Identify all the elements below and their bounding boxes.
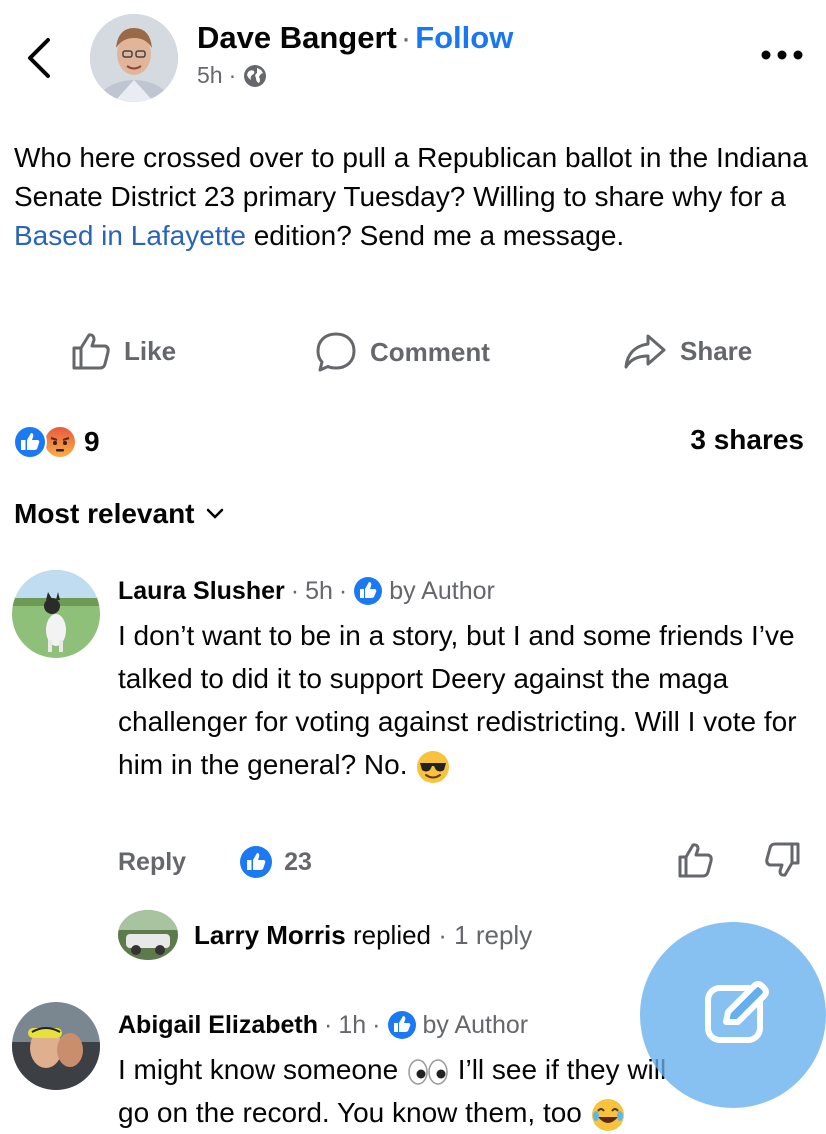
reply-name: Larry Morris <box>194 919 346 950</box>
comment-text-part: I might know someone <box>118 1054 399 1085</box>
post-text-start: Who here crossed over to pull a Republic… <box>14 142 808 212</box>
author-badge: by Author <box>389 576 495 605</box>
follow-button[interactable]: Follow <box>415 20 513 55</box>
shares-count[interactable]: 3 shares <box>690 424 804 456</box>
comment-text-part: I’ll see if they will <box>457 1054 667 1085</box>
comment-text-content: I don’t want to be in a story, but I and… <box>118 620 797 780</box>
meta-separator: · <box>228 62 237 88</box>
thumbs-up-icon <box>72 333 110 370</box>
upvote-icon[interactable] <box>676 840 716 880</box>
post-text: Who here crossed over to pull a Republic… <box>14 138 814 255</box>
comment-header: Laura Slusher · 5h · by Author <box>118 576 495 606</box>
separator: · <box>324 1010 333 1039</box>
reply-thread[interactable]: Larry Morris replied · 1 reply <box>118 910 532 960</box>
comment-header: Abigail Elizabeth · 1h · by Author <box>118 1010 528 1040</box>
reply-count: 1 reply <box>454 919 533 950</box>
post-text-end: edition? Send me a message. <box>245 220 625 251</box>
author-avatar[interactable] <box>90 14 178 102</box>
share-button[interactable]: Share <box>622 330 752 372</box>
reply-avatar <box>118 910 178 960</box>
separator: · <box>372 1010 381 1039</box>
comment-label: Comment <box>370 336 490 367</box>
comment-like-count[interactable]: 23 <box>284 848 312 877</box>
reply-button[interactable]: Reply <box>118 848 186 877</box>
author-name[interactable]: Dave Bangert <box>197 20 397 55</box>
commenter-name[interactable]: Abigail Elizabeth <box>118 1011 318 1040</box>
like-reaction-icon <box>240 846 273 878</box>
like-reaction-icon <box>13 425 47 459</box>
downvote-icon[interactable] <box>762 840 802 880</box>
commenter-avatar[interactable] <box>12 1002 100 1090</box>
comment-text: I don’t want to be in a story, but I and… <box>118 614 810 786</box>
separator: · <box>438 919 447 950</box>
comment-text-part: go on the record. You know them, too <box>118 1097 582 1128</box>
sunglasses-emoji <box>417 750 450 783</box>
reply-action: replied <box>352 919 432 950</box>
separator: · <box>400 20 412 55</box>
globe-icon <box>244 64 267 87</box>
reaction-summary[interactable]: 9 <box>12 424 100 460</box>
post-time[interactable]: 5h <box>197 62 223 89</box>
sort-label: Most relevant <box>14 498 195 529</box>
compose-button[interactable] <box>640 922 826 1108</box>
laughing-emoji <box>591 1098 624 1131</box>
comment-time[interactable]: 1h <box>338 1011 366 1040</box>
comment-time[interactable]: 5h <box>305 577 333 606</box>
like-button[interactable]: Like <box>70 330 176 372</box>
eyes-emoji <box>408 1058 448 1085</box>
comment-icon <box>316 332 356 372</box>
comment-button[interactable]: Comment <box>314 330 490 374</box>
sort-dropdown[interactable]: Most relevant <box>14 498 225 530</box>
separator: · <box>338 576 348 605</box>
post-meta: 5h · <box>197 62 268 89</box>
commenter-name[interactable]: Laura Slusher <box>118 577 285 606</box>
comment-actions: Reply 23 <box>118 844 312 880</box>
author-badge: by Author <box>422 1010 529 1039</box>
author-line: Dave Bangert · Follow <box>197 20 513 56</box>
share-label: Share <box>680 335 753 366</box>
separator: · <box>290 576 300 605</box>
back-button[interactable] <box>18 34 62 82</box>
chevron-down-icon <box>206 508 223 519</box>
commenter-avatar[interactable] <box>12 570 100 658</box>
liked-by-author-icon <box>387 1011 416 1039</box>
share-icon <box>624 334 666 369</box>
reaction-count: 9 <box>84 426 100 457</box>
liked-by-author-icon <box>354 577 383 605</box>
like-label: Like <box>124 335 177 366</box>
based-in-lafayette-link[interactable]: Based in Lafayette <box>14 220 246 251</box>
edit-icon <box>705 981 769 1043</box>
more-options-icon[interactable] <box>758 40 806 70</box>
